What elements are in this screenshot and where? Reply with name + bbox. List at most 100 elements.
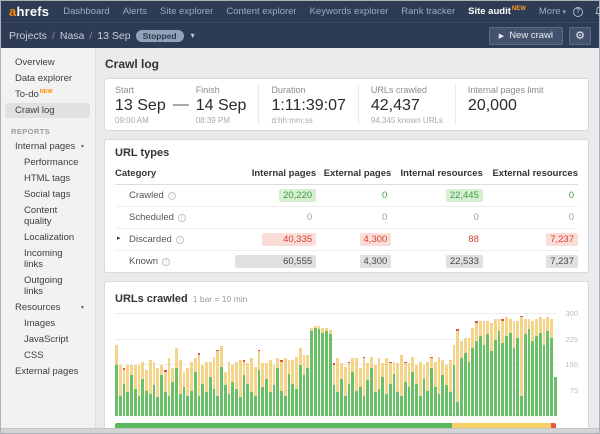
top-nav-item-site-audit[interactable]: Site auditNEW: [468, 6, 526, 17]
segment-2xx: [276, 368, 279, 416]
status-badge: Stopped: [136, 30, 184, 42]
segment-3xx: [415, 365, 418, 384]
segment-2xx: [543, 345, 546, 416]
segment-2xx: [445, 385, 448, 416]
chart-bar: [164, 370, 167, 416]
top-nav-item-keywords-explorer[interactable]: Keywords explorer: [310, 6, 389, 17]
crawl-select-caret-icon[interactable]: ▾: [191, 31, 195, 40]
segment-2xx: [535, 336, 538, 416]
sidebar-item-incoming-links[interactable]: Incoming links: [5, 246, 90, 272]
segment-2xx: [153, 385, 156, 416]
segment-3xx: [333, 365, 336, 385]
expand-caret-icon[interactable]: ▸: [117, 234, 121, 242]
sidebar-item-images[interactable]: Images: [5, 316, 90, 331]
chart-bar: [501, 319, 504, 416]
info-icon[interactable]: i: [162, 258, 170, 266]
segment-3xx: [340, 363, 343, 378]
crawl-settings-button[interactable]: ⚙: [569, 27, 591, 45]
segment-2xx: [235, 389, 238, 416]
chart-bar: [306, 355, 309, 416]
segment-3xx: [434, 362, 437, 388]
sidebar-item-label: HTML tags: [24, 173, 84, 184]
value-cell: 40,335: [226, 229, 316, 251]
chart-bar: [408, 363, 411, 416]
stat-duration: Duration1:11:39:07d:hh:mm:ss: [258, 85, 345, 125]
top-nav-item-site-explorer[interactable]: Site explorer: [160, 6, 213, 17]
segment-2xx: [344, 396, 347, 416]
sidebar-item-html-tags[interactable]: HTML tags: [5, 171, 90, 186]
segment-2xx: [363, 396, 366, 416]
segment-3xx: [404, 363, 407, 382]
chart-bar: [175, 348, 178, 416]
breadcrumb-13-sep[interactable]: 13 Sep: [97, 30, 130, 42]
sidebar-item-outgoing-links[interactable]: Outgoing links: [5, 273, 90, 299]
sidebar-item-localization[interactable]: Localization: [5, 230, 90, 245]
sidebar-item-resources[interactable]: Resources▾: [5, 300, 90, 315]
breadcrumb-projects[interactable]: Projects: [9, 30, 47, 42]
info-icon[interactable]: i: [168, 192, 176, 200]
info-icon[interactable]: i: [176, 236, 184, 244]
segment-2xx: [115, 365, 118, 416]
segment-2xx: [351, 372, 354, 416]
sidebar-item-javascript[interactable]: JavaScript: [5, 332, 90, 347]
sidebar-item-crawl-log[interactable]: Crawl log: [5, 103, 90, 118]
top-nav-item-dashboard[interactable]: Dashboard: [63, 6, 109, 17]
sidebar-item-internal-pages[interactable]: Internal pages▾: [5, 139, 90, 154]
segment-3xx: [288, 360, 291, 374]
value-cell: 88: [391, 229, 483, 251]
top-nav-item-more[interactable]: More▾: [539, 6, 566, 17]
value-cell: 7,237: [483, 251, 578, 273]
help-icon[interactable]: ?: [572, 6, 584, 18]
chevron-down-icon: ▾: [563, 9, 567, 16]
chart-bar: [134, 365, 137, 416]
sidebar-item-to-do[interactable]: To-doNEW: [5, 87, 90, 102]
segment-2xx: [483, 345, 486, 416]
segment-2xx: [164, 392, 167, 416]
segment-2xx: [246, 384, 249, 416]
sidebar-item-css[interactable]: CSS: [5, 348, 90, 363]
segment-3xx: [149, 360, 152, 394]
segment-2xx: [479, 336, 482, 416]
chart-bar: [216, 350, 219, 416]
sidebar-item-social-tags[interactable]: Social tags: [5, 187, 90, 202]
chart-bar: [276, 358, 279, 416]
segment-3xx: [273, 365, 276, 385]
sidebar-item-overview[interactable]: Overview: [5, 55, 90, 70]
sidebar-item-performance[interactable]: Performance: [5, 155, 90, 170]
value-bar: 0: [378, 189, 391, 202]
ahrefs-logo[interactable]: ahrefs: [9, 4, 49, 19]
segment-2xx: [265, 379, 268, 416]
segment-2xx: [550, 338, 553, 416]
segment-3xx: [494, 319, 497, 339]
segment-2xx: [314, 328, 317, 416]
chart-bar: [486, 321, 489, 416]
segment-3xx: [243, 362, 246, 376]
segment-2xx: [348, 384, 351, 416]
segment-3xx: [160, 365, 163, 375]
sidebar-item-content-quality[interactable]: Content quality: [5, 203, 90, 229]
sidebar-item-data-explorer[interactable]: Data explorer: [5, 71, 90, 86]
stat-start: Start13 Sep09:00 AM: [115, 85, 166, 125]
segment-3xx: [201, 365, 204, 384]
segment-3xx: [408, 363, 411, 387]
chart-bar: [269, 360, 272, 416]
chart-bar: [126, 365, 129, 416]
chart-bar: [141, 362, 144, 416]
notifications-icon[interactable]: [593, 6, 600, 18]
info-icon[interactable]: i: [178, 214, 186, 222]
chart-bar: [453, 345, 456, 416]
top-nav-item-content-explorer[interactable]: Content explorer: [226, 6, 296, 17]
segment-2xx: [423, 379, 426, 416]
top-nav-item-alerts[interactable]: Alerts: [123, 6, 147, 17]
segment-3xx: [430, 358, 433, 368]
segment-3xx: [175, 348, 178, 368]
segment-2xx: [449, 392, 452, 416]
sidebar-item-external-pages[interactable]: External pages: [5, 364, 90, 379]
segment-2xx: [494, 340, 497, 417]
sidebar-item-label: To-doNEW: [15, 89, 84, 100]
chart-bar: [183, 372, 186, 416]
breadcrumb-nasa[interactable]: Nasa: [60, 30, 85, 42]
top-nav-item-rank-tracker[interactable]: Rank tracker: [401, 6, 455, 17]
chart-bar: [363, 357, 366, 416]
new-crawl-button[interactable]: ▶New crawl: [489, 27, 563, 45]
